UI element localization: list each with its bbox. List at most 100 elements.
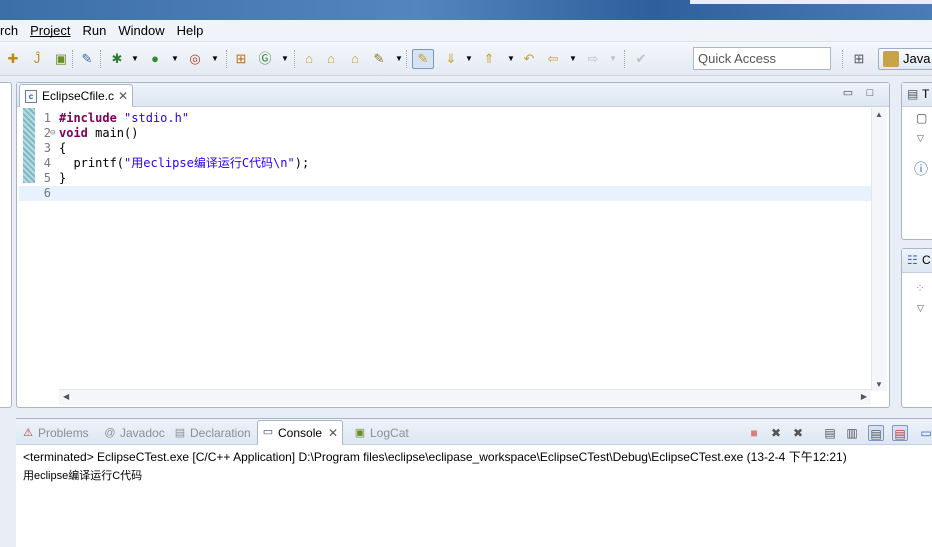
line-number: 4: [43, 156, 51, 170]
horizontal-scrollbar[interactable]: ◀ ▶: [59, 389, 871, 405]
forward-dropdown-icon[interactable]: ▼: [604, 50, 622, 68]
back-dropdown-icon[interactable]: ▼: [564, 50, 582, 68]
title-bar-highlight: [690, 0, 932, 4]
toggle-mark-occurrences-icon[interactable]: ✎: [412, 49, 434, 69]
close-icon[interactable]: ✕: [118, 85, 128, 107]
open-perspective-icon[interactable]: ⊞: [850, 50, 868, 68]
terminate-icon[interactable]: ■: [746, 425, 762, 441]
toolbar-separator: [624, 50, 625, 68]
tab-console[interactable]: ▭ Console ✕: [257, 420, 344, 445]
menu-help[interactable]: Help: [171, 20, 210, 42]
view-menu-icon[interactable]: ▽: [917, 133, 924, 144]
debug-icon[interactable]: ✱: [108, 50, 126, 68]
quick-access-input[interactable]: Quick Access: [693, 47, 831, 70]
debug-dropdown-icon[interactable]: ▼: [126, 50, 144, 68]
task-list-tab[interactable]: ▤ T: [902, 83, 932, 107]
tab-declaration-label: Declaration: [190, 426, 251, 440]
next-annotation-icon[interactable]: ⇓: [442, 50, 460, 68]
open-task-icon[interactable]: ⌂: [322, 50, 340, 68]
next-annotation-dropdown-icon[interactable]: ▼: [460, 50, 478, 68]
show-console-on-stdout-icon[interactable]: ▤: [868, 425, 884, 441]
group-icon[interactable]: ⁘: [915, 281, 925, 295]
code-line[interactable]: 3{: [19, 141, 871, 156]
code-line[interactable]: 5}: [19, 171, 871, 186]
new-task-icon[interactable]: ▢: [916, 111, 927, 125]
tab-declaration[interactable]: ▤ Declaration: [170, 422, 251, 444]
search-icon[interactable]: ✎: [370, 50, 388, 68]
previous-annotation-dropdown-icon[interactable]: ▼: [502, 50, 520, 68]
editor-tab-label: EclipseCfile.c: [42, 89, 115, 103]
new-project-icon[interactable]: ✚: [4, 50, 22, 68]
remove-all-terminated-icon[interactable]: ✖: [790, 425, 806, 441]
task-list-icon: ▤: [907, 87, 919, 101]
new-class-dropdown-icon[interactable]: ▼: [276, 50, 294, 68]
toolbar-separator: [294, 50, 295, 68]
fold-icon[interactable]: ⊖: [50, 126, 55, 141]
open-type-icon[interactable]: ⌂: [300, 50, 318, 68]
view-menu-icon[interactable]: ▽: [917, 303, 924, 314]
problems-icon: ⚠: [23, 427, 33, 439]
clear-console-icon[interactable]: ▤: [822, 425, 838, 441]
java-perspective-button[interactable]: Java: [878, 48, 932, 70]
menu-project[interactable]: Project: [24, 20, 76, 42]
show-console-on-stderr-icon[interactable]: ▤: [892, 425, 908, 441]
pin-editor-icon[interactable]: ✔: [632, 50, 650, 68]
scroll-right-icon[interactable]: ▶: [861, 392, 867, 401]
tab-javadoc[interactable]: @ Javadoc: [100, 422, 165, 444]
last-edit-location-icon[interactable]: ↶: [520, 50, 538, 68]
code-line[interactable]: 2 ⊖ void main(): [19, 126, 871, 141]
console-panel: ⚠ Problems @ Javadoc ▤ Declaration ▭ Con…: [16, 418, 932, 547]
new-package-icon[interactable]: ⊞: [232, 50, 250, 68]
javadoc-icon: @: [104, 427, 116, 439]
open-console-icon[interactable]: ▭: [918, 425, 932, 441]
maximize-icon[interactable]: □: [863, 86, 877, 100]
scroll-down-icon[interactable]: ▼: [875, 380, 883, 389]
menu-help-label: Help: [176, 22, 204, 38]
outline-tab[interactable]: ☷ C: [902, 249, 932, 273]
vertical-scrollbar[interactable]: ▲ ▼: [871, 108, 887, 391]
info-icon: ⓘ: [914, 161, 928, 177]
forward-icon[interactable]: ⇨: [584, 50, 602, 68]
menu-run[interactable]: Run: [77, 20, 113, 42]
skip-breakpoints-icon[interactable]: ✎: [78, 50, 96, 68]
menu-search[interactable]: rch: [0, 20, 24, 42]
code-line[interactable]: 4 printf("用eclipse编译运行C代码\n");: [19, 156, 871, 171]
tab-javadoc-label: Javadoc: [120, 426, 165, 440]
new-file-icon[interactable]: ▣: [52, 50, 70, 68]
external-tools-dropdown-icon[interactable]: ▼: [206, 50, 224, 68]
editor-panel: c EclipseCfile.c ✕ ▭ □ 1 #include "stdio.…: [16, 82, 890, 408]
code-editor[interactable]: 1 #include "stdio.h" 2 ⊖ void main() 3{4 prin…: [19, 108, 871, 391]
external-tools-icon[interactable]: ◎: [186, 50, 204, 68]
menu-window[interactable]: Window: [112, 20, 170, 42]
scroll-left-icon[interactable]: ◀: [63, 392, 69, 401]
tab-problems[interactable]: ⚠ Problems: [18, 422, 89, 444]
menu-search-label: rch: [0, 22, 19, 38]
task-list-tab-label: T: [922, 87, 930, 101]
minimize-icon[interactable]: ▭: [841, 86, 855, 100]
scroll-up-icon[interactable]: ▲: [875, 110, 883, 119]
outline-tab-label: C: [922, 253, 931, 267]
code-text: printf("用eclipse编译运行C代码\n");: [59, 156, 310, 170]
code-line[interactable]: 1 #include "stdio.h": [19, 111, 871, 126]
line-number: 3: [43, 141, 51, 155]
run-dropdown-icon[interactable]: ▼: [166, 50, 184, 68]
code-line[interactable]: 6: [19, 186, 871, 201]
menu-window-label: Window: [118, 22, 165, 38]
line-number: 6: [43, 186, 51, 200]
window-title-bar: [0, 0, 932, 20]
console-output: 用eclipse编译运行C代码: [23, 470, 143, 482]
open-folder-icon[interactable]: ⌂: [346, 50, 364, 68]
back-icon[interactable]: ⇦: [544, 50, 562, 68]
new-class-icon[interactable]: Ĵ: [28, 50, 46, 68]
task-list-panel: ▤ T ▢ ▽ ⓘ: [901, 82, 932, 240]
scroll-lock-icon[interactable]: ▥: [844, 425, 860, 441]
new-java-class-icon[interactable]: Ⓖ: [256, 50, 274, 68]
tab-logcat[interactable]: ▣ LogCat: [350, 422, 409, 444]
run-icon[interactable]: ●: [146, 50, 164, 68]
remove-launch-icon[interactable]: ✖: [768, 425, 784, 441]
editor-tab-eclipsecfile[interactable]: c EclipseCfile.c ✕: [19, 84, 133, 107]
previous-annotation-icon[interactable]: ⇑: [480, 50, 498, 68]
line-number: 2: [43, 126, 51, 140]
code-text: void main(): [59, 126, 139, 140]
close-icon[interactable]: ✕: [328, 421, 338, 445]
